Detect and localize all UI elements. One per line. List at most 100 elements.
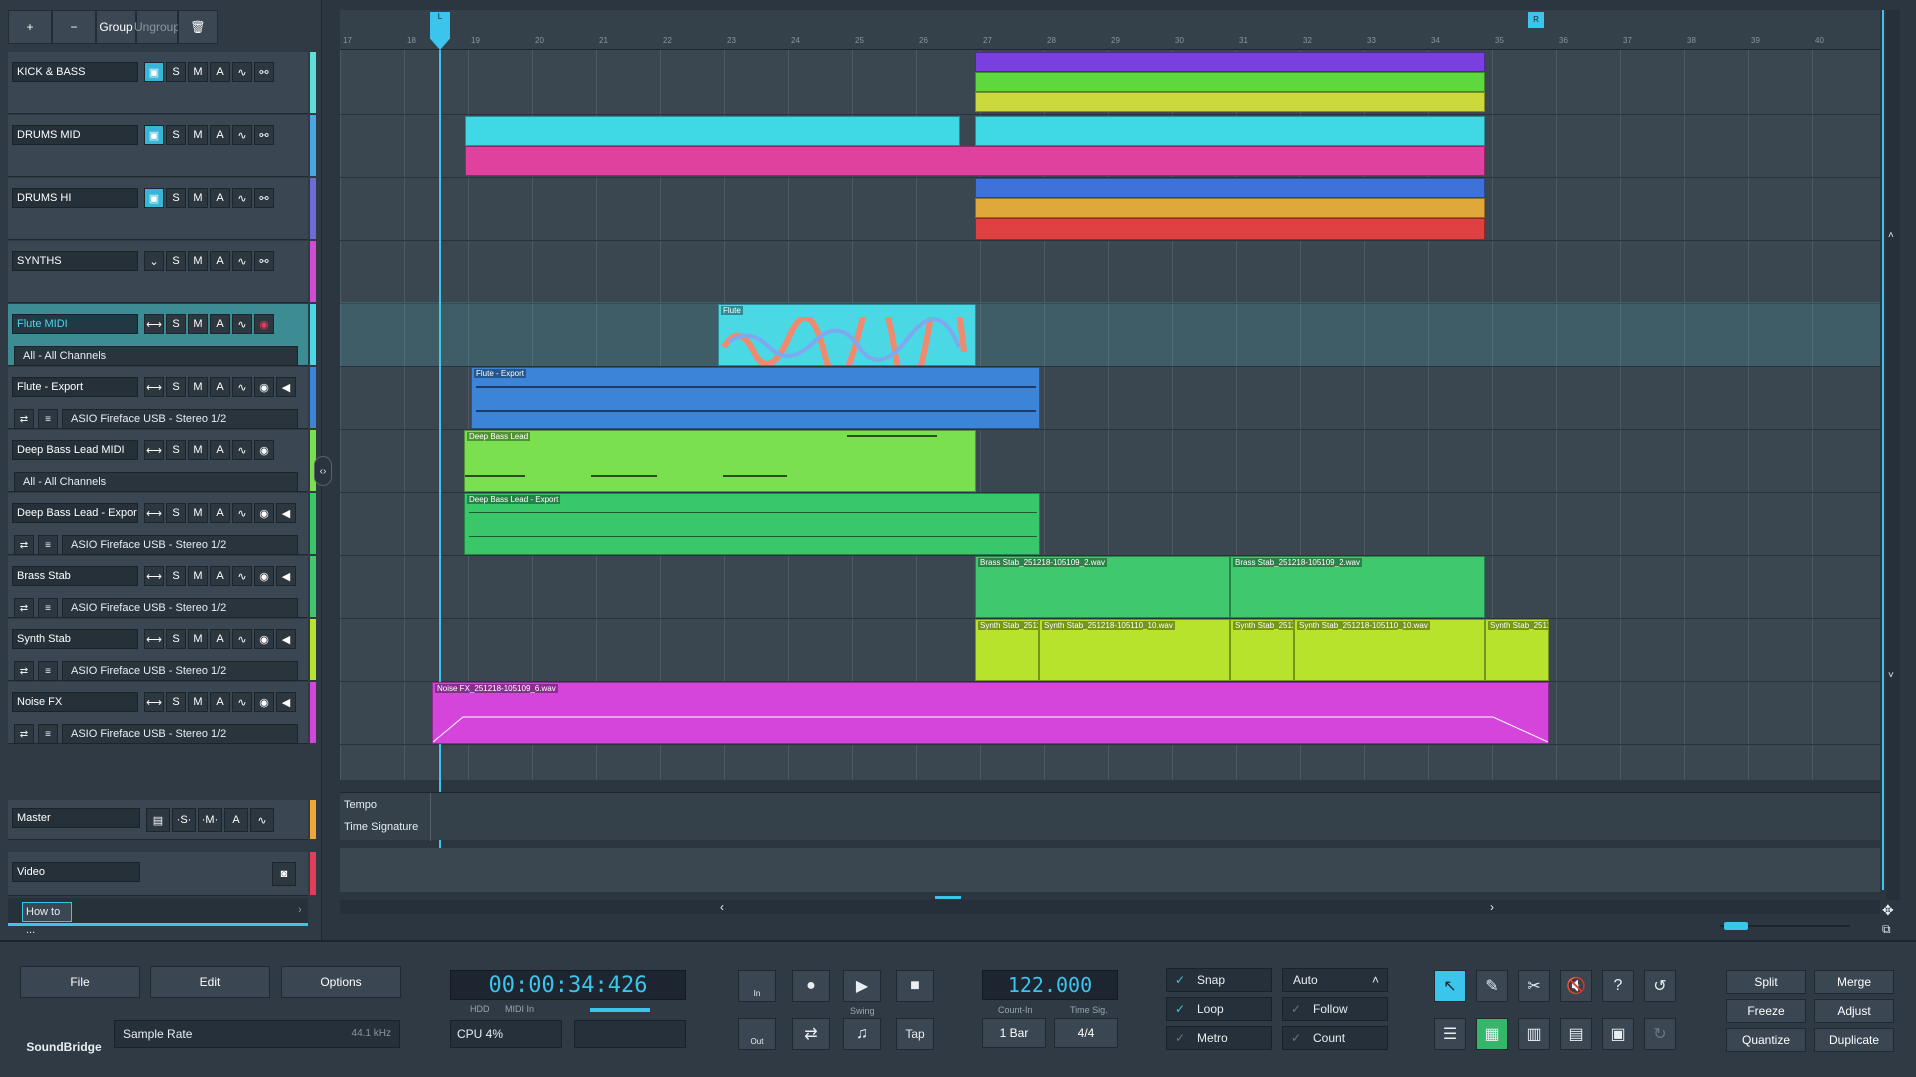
- link-icon[interactable]: ⟷: [144, 377, 164, 397]
- flute-export-clip[interactable]: Flute - Export: [471, 367, 1040, 429]
- automation-button[interactable]: A: [210, 692, 230, 712]
- speaker-icon[interactable]: ◀: [276, 566, 296, 586]
- envelope-icon[interactable]: ∿: [232, 377, 252, 397]
- noise-fx-clip[interactable]: Noise FX_251218-105109_6.wav: [432, 682, 1549, 744]
- fit-icon[interactable]: ⧉: [1882, 922, 1891, 937]
- track-name[interactable]: SYNTHS: [12, 251, 138, 271]
- record-arm-icon[interactable]: ◉: [254, 692, 274, 712]
- track-row[interactable]: Deep Bass Lead - Export ⟷ S M A ∿ ◉ ◀ ⇄ ≡ ASIO Fir…: [8, 493, 316, 555]
- track-row[interactable]: Synth Stab ⟷ S M A ∿ ◉ ◀ ⇄ ≡ ASIO Fireface USB - S…: [8, 619, 316, 681]
- automation-button[interactable]: A: [210, 62, 230, 82]
- track-input-select[interactable]: All - All Channels: [14, 472, 298, 492]
- track-name[interactable]: KICK & BASS: [12, 62, 138, 82]
- group-clip-cyan-b[interactable]: [975, 116, 1485, 146]
- solo-button[interactable]: ·S·: [172, 808, 196, 832]
- automation-button[interactable]: A: [210, 125, 230, 145]
- time-sig-select[interactable]: 4/4: [1054, 1018, 1118, 1048]
- envelope-icon[interactable]: ∿: [232, 251, 252, 271]
- device-view-button[interactable]: ▣: [1602, 1018, 1634, 1050]
- link-icon[interactable]: ⟷: [144, 629, 164, 649]
- speaker-icon[interactable]: ◀: [276, 692, 296, 712]
- pencil-tool[interactable]: ✎: [1476, 970, 1508, 1002]
- envelope-icon[interactable]: ∿: [232, 314, 252, 334]
- track-name[interactable]: Deep Bass Lead MIDI: [12, 440, 138, 460]
- record-arm-icon[interactable]: ◉: [254, 377, 274, 397]
- automation-button[interactable]: A: [210, 377, 230, 397]
- envelope-icon[interactable]: ∿: [232, 440, 252, 460]
- automation-button[interactable]: A: [224, 808, 248, 832]
- chevron-right-icon[interactable]: ›: [298, 904, 302, 916]
- pointer-tool[interactable]: ↖: [1434, 970, 1466, 1002]
- record-arm-icon[interactable]: ◉: [254, 503, 274, 523]
- record-arm-icon[interactable]: ◉: [254, 629, 274, 649]
- envelope-icon[interactable]: ∿: [232, 503, 252, 523]
- track-row[interactable]: KICK & BASS ▣ S M A ∿ ⚯: [8, 52, 316, 114]
- envelope-icon[interactable]: ∿: [232, 188, 252, 208]
- solo-button[interactable]: S: [166, 314, 186, 334]
- time-display[interactable]: 00:00:34:426: [450, 970, 686, 1000]
- solo-button[interactable]: S: [166, 251, 186, 271]
- help-button[interactable]: ?: [1602, 970, 1634, 1002]
- speaker-icon[interactable]: ◀: [276, 629, 296, 649]
- menu-icon[interactable]: ≡: [38, 724, 58, 744]
- link-icon[interactable]: ⟷: [144, 440, 164, 460]
- track-row[interactable]: Flute MIDI ⟷ S M A ∿ ◉ All - All Channels: [8, 304, 316, 366]
- track-input-select[interactable]: ASIO Fireface USB - Stereo 1/2: [62, 724, 298, 744]
- envelope-icon[interactable]: ∿: [232, 62, 252, 82]
- speaker-icon[interactable]: ◀: [276, 377, 296, 397]
- speaker-icon[interactable]: ◀: [276, 503, 296, 523]
- panel-resize-handle[interactable]: ‹›: [314, 456, 332, 486]
- loop-end-marker[interactable]: R: [1528, 12, 1544, 28]
- record-arm-icon[interactable]: ◉: [254, 314, 274, 334]
- timeline-ruler[interactable]: [340, 10, 1880, 50]
- record-arm-icon[interactable]: ◉: [254, 440, 274, 460]
- track-row[interactable]: Noise FX ⟷ S M A ∿ ◉ ◀ ⇄ ≡ ASIO Fireface USB - Ste…: [8, 682, 316, 744]
- mute-button[interactable]: M: [188, 251, 208, 271]
- playhead[interactable]: [439, 50, 441, 890]
- group-button[interactable]: Group: [96, 10, 136, 44]
- automation-button[interactable]: A: [210, 251, 230, 271]
- solo-button[interactable]: S: [166, 377, 186, 397]
- track-name[interactable]: Deep Bass Lead - Export: [12, 503, 138, 523]
- piano-view-button[interactable]: ▤: [1560, 1018, 1592, 1050]
- group-clip-green[interactable]: [975, 72, 1485, 92]
- track-name[interactable]: Synth Stab: [12, 629, 138, 649]
- solo-button[interactable]: S: [166, 629, 186, 649]
- menu-icon[interactable]: ≡: [38, 409, 58, 429]
- notes-icon[interactable]: ▤: [146, 808, 170, 832]
- routing-icon[interactable]: ⇄: [14, 598, 34, 618]
- scroll-left-icon[interactable]: ‹: [720, 900, 724, 914]
- link-icon[interactable]: ⟷: [144, 314, 164, 334]
- solo-button[interactable]: S: [166, 692, 186, 712]
- track-name[interactable]: DRUMS MID: [12, 125, 138, 145]
- mute-button[interactable]: M: [188, 692, 208, 712]
- track-input-select[interactable]: ASIO Fireface USB - Stereo 1/2: [62, 661, 298, 681]
- split-button[interactable]: Split: [1726, 970, 1806, 994]
- routing-icon[interactable]: ⇄: [14, 724, 34, 744]
- adjust-button[interactable]: Adjust: [1814, 999, 1894, 1023]
- link-icon[interactable]: ⟷: [144, 692, 164, 712]
- menu-icon[interactable]: ≡: [38, 535, 58, 555]
- punch-out-button[interactable]: Out: [738, 1018, 776, 1050]
- move-icon[interactable]: ✥: [1882, 902, 1894, 919]
- fold-icon[interactable]: ⌄: [144, 251, 164, 271]
- track-name[interactable]: Flute MIDI: [12, 314, 138, 334]
- automation-button[interactable]: A: [210, 629, 230, 649]
- undo-button[interactable]: ↺: [1644, 970, 1676, 1002]
- link-icon[interactable]: ⚯: [254, 251, 274, 271]
- solo-button[interactable]: S: [166, 566, 186, 586]
- list-view-button[interactable]: ☰: [1434, 1018, 1466, 1050]
- tab-how-to[interactable]: How to ...: [22, 902, 72, 936]
- zoom-slider[interactable]: [1700, 922, 1860, 930]
- metro-toggle[interactable]: ✓ Metro: [1166, 1026, 1272, 1050]
- scroll-down-icon[interactable]: ˅: [1888, 670, 1894, 681]
- master-track[interactable]: Master ▤ ·S· ·M· A ∿: [8, 800, 316, 840]
- tap-button[interactable]: Tap: [896, 1018, 934, 1050]
- track-name[interactable]: Noise FX: [12, 692, 138, 712]
- overview-lane[interactable]: [340, 848, 1880, 892]
- duplicate-button[interactable]: Duplicate: [1814, 1028, 1894, 1052]
- automation-button[interactable]: A: [210, 503, 230, 523]
- mute-button[interactable]: M: [188, 566, 208, 586]
- routing-icon[interactable]: ⇄: [14, 535, 34, 555]
- solo-button[interactable]: S: [166, 440, 186, 460]
